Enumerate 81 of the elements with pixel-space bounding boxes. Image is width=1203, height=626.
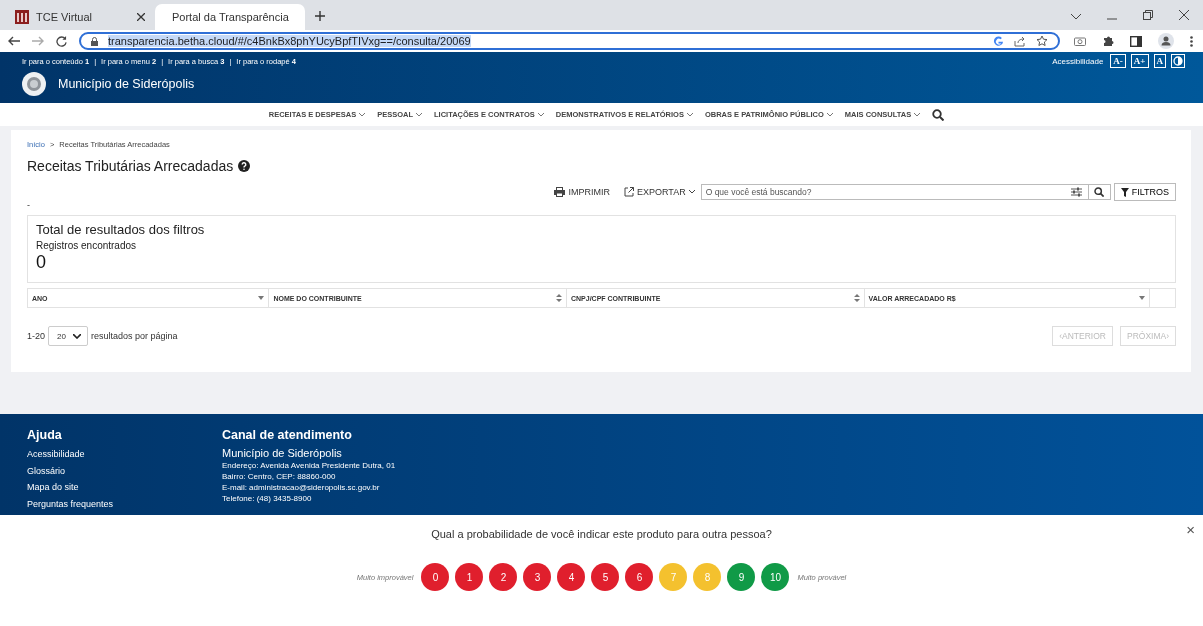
camera-icon[interactable] [1074,36,1086,46]
footer-heading: Ajuda [27,428,63,442]
score-button[interactable]: 6 [625,563,654,591]
score-button[interactable]: 1 [455,563,484,591]
summary-title: Total de resultados dos filtros [36,222,206,237]
font-size-button[interactable]: A [1153,54,1166,68]
plus-icon[interactable] [315,11,325,21]
browser-tab[interactable]: TCE Virtual [5,4,155,30]
puzzle-icon[interactable] [1102,35,1114,47]
score-button[interactable]: 4 [557,563,586,591]
score-button[interactable]: 3 [523,563,552,591]
address-bar[interactable]: transparencia.betha.cloud/#/c4BnkBx8phYUcyBpfTIVxg==/consulta/20069 [79,32,1060,50]
caret-icon [359,112,366,117]
score-button[interactable]: 5 [591,563,620,591]
close-button[interactable]: × [1182,521,1199,538]
back-arrow-icon[interactable] [8,36,20,46]
sort-icon [853,294,860,302]
reload-icon[interactable] [56,35,67,47]
contact-line: E-mail: administracao@sideropolis.sc.gov.br [222,482,381,493]
profile-avatar-icon[interactable] [1158,33,1174,49]
search-field[interactable]: O que você está buscando? [700,184,1089,200]
printer-icon [554,187,566,197]
font-size-button[interactable]: A+ [1130,54,1149,68]
lock-icon [91,36,98,46]
page-size-select[interactable]: 20 [48,326,88,346]
chevron-down-icon [73,333,81,339]
export-button[interactable]: EXPORTAR [619,187,699,197]
caret-icon [688,190,695,194]
contact-line: Bairro: Centro, CEP: 88860-000 [222,471,337,482]
contact-line: Endereço: Avenida Avenida Presidente Dutra, 01 [222,460,396,471]
caret-icon [826,112,833,117]
footer-link[interactable]: Mapa do site [27,479,222,496]
caret-icon [686,112,693,117]
sort-down-icon [1139,296,1146,300]
score-button[interactable]: 9 [727,563,756,591]
sliders-icon[interactable] [1070,187,1082,197]
dash-text: - [27,201,31,209]
footer-heading: Canal de atendimento [222,428,353,442]
browser-tab[interactable]: Portal da Transparência [155,4,305,30]
external-link-icon [623,187,634,197]
font-size-button[interactable]: A- [1110,54,1126,68]
contact-name: Município de Siderópolis [222,446,343,460]
search-icon [1094,187,1105,197]
summary-label: Registros encontrados [36,240,138,251]
footer-link[interactable]: Glossário [27,462,222,479]
footer-link[interactable]: Acessibilidade [27,446,222,463]
columns-icon [15,10,29,24]
caret-icon [537,112,544,117]
search-icon[interactable] [932,108,945,121]
sort-icon [555,294,562,302]
filter-icon [1120,187,1129,197]
per-page-label: resultados por página [91,331,178,341]
page-title: Receitas Tributárias Arrecadadas [27,158,234,174]
restore-icon[interactable] [1143,10,1153,20]
share-icon[interactable] [1014,35,1026,47]
sort-down-icon [258,296,265,300]
score-button[interactable]: 0 [421,563,450,591]
accessibility-label: Acessibilidade [1052,56,1104,66]
search-button[interactable] [1088,184,1111,200]
print-button[interactable]: IMPRIMIR [550,187,614,197]
more-icon[interactable] [1190,35,1193,47]
contact-line: Telefone: (48) 3435-8900 [222,493,313,504]
chevron-down-icon[interactable] [1071,14,1081,20]
contrast-icon[interactable] [1171,54,1185,68]
filters-button[interactable]: FILTROS [1113,183,1176,201]
caret-icon [914,112,921,117]
side-panel-icon[interactable] [1130,35,1142,47]
close-icon[interactable] [137,13,145,21]
footer-link[interactable]: Perguntas frequentes [27,495,222,512]
caret-icon [416,112,422,117]
score-button[interactable]: 10 [761,563,790,591]
survey-question: Qual a probabilidade de você indicar este produto para outra pessoa? [431,528,772,540]
google-g-icon[interactable] [993,35,1004,47]
site-title[interactable]: Município de Siderópolis [58,77,195,91]
coat-of-arms-icon [22,72,46,96]
score-button[interactable]: 2 [489,563,518,591]
record-count: 0 [36,252,47,272]
close-icon[interactable] [1179,10,1189,20]
range-text: 1-20 [27,331,45,341]
star-icon[interactable] [1036,35,1048,47]
help-icon[interactable] [238,160,251,172]
